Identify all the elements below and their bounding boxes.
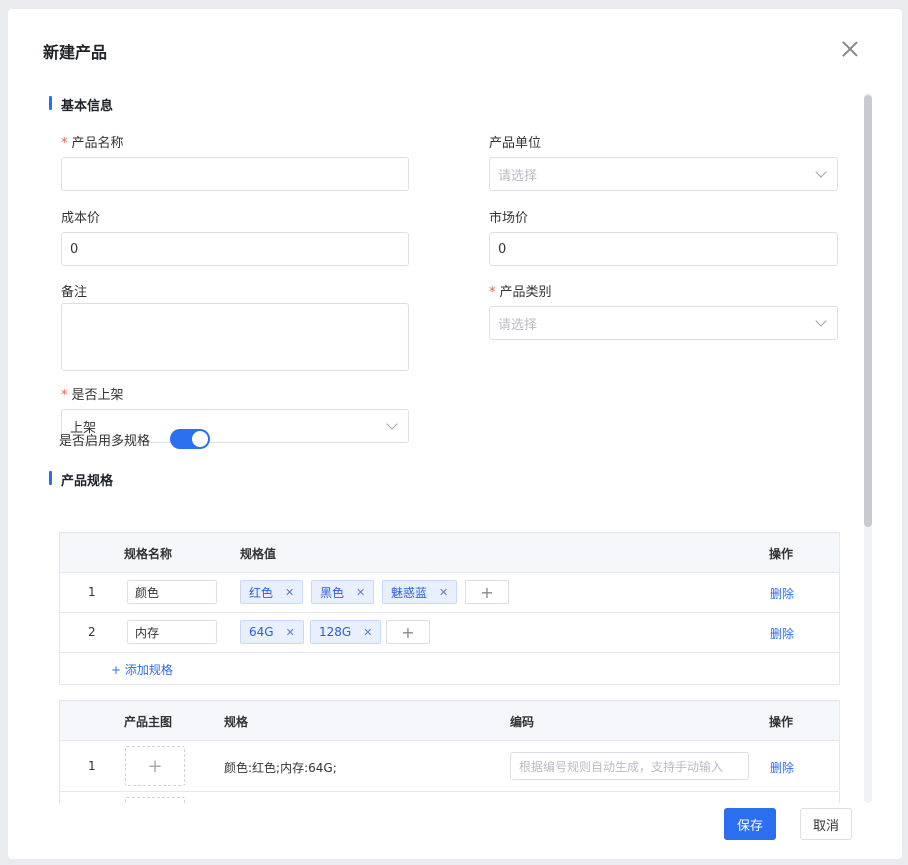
delete-sku-link[interactable]: 删除 (770, 759, 794, 776)
category-select[interactable]: 请选择 (489, 306, 838, 340)
product-unit-select[interactable]: 请选择 (489, 157, 838, 191)
row-divider (60, 652, 839, 653)
market-price-input[interactable]: 0 (489, 232, 838, 266)
on-shelf-label: * 是否上架 (61, 384, 124, 403)
spec-table: 规格名称 规格值 操作 1 颜色 红色 ✕ 黑色 ✕ 魅惑蓝 ✕ + 删除 2 内存 … (59, 532, 840, 685)
product-name-input[interactable] (61, 157, 409, 191)
spec-value-tag: 64G ✕ (240, 620, 304, 644)
close-icon[interactable]: ✕ (363, 626, 372, 639)
category-label: * 产品类别 (489, 281, 552, 300)
required-mark: * (61, 136, 68, 151)
add-spec-link[interactable]: + 添加规格 (111, 661, 173, 678)
row-index: 2 (88, 625, 96, 639)
chevron-down-icon (386, 418, 398, 430)
product-name-label-text: 产品名称 (71, 136, 124, 151)
dialog-footer: 保存 取消 (8, 803, 902, 859)
row-index: 1 (88, 759, 96, 773)
multi-spec-label: 是否启用多规格 (59, 434, 151, 449)
close-icon[interactable]: ✕ (439, 586, 448, 599)
product-unit-label: 产品单位 (489, 136, 542, 151)
close-icon[interactable] (839, 38, 861, 60)
spec-value-tag: 黑色 ✕ (311, 580, 375, 604)
chevron-down-icon (815, 166, 827, 178)
sku-table: 产品主图 规格 编码 操作 1 + 颜色:红色;内存:64G; 根据编号规则自动… (59, 700, 840, 827)
spec-value-tag: 128G ✕ (310, 620, 382, 644)
remark-label: 备注 (61, 285, 88, 300)
spec-table-header: 规格名称 规格值 操作 (60, 533, 839, 573)
on-shelf-label-text: 是否上架 (71, 388, 124, 403)
sku-code-input[interactable]: 根据编号规则自动生成，支持手动输入 (510, 752, 749, 780)
col-ops: 操作 (769, 715, 794, 729)
col-code: 编码 (510, 715, 535, 729)
section-product-spec: 产品规格 (49, 470, 113, 489)
dialog-title: 新建产品 (43, 43, 108, 62)
delete-spec-link[interactable]: 删除 (770, 585, 794, 602)
market-price-label: 市场价 (489, 211, 529, 226)
col-spec-values: 规格值 (240, 547, 277, 561)
delete-spec-link[interactable]: 删除 (770, 625, 794, 642)
cost-price-label: 成本价 (61, 211, 101, 226)
row-divider (60, 612, 839, 613)
tag-label: 魅惑蓝 (391, 585, 428, 600)
row-index: 1 (88, 585, 96, 599)
new-product-dialog: 新建产品 基本信息 * 产品名称 产品单位 请选择 成本价 0 市场价 0 备注 … (8, 9, 902, 859)
plus-icon: + (147, 755, 163, 777)
category-placeholder: 请选择 (498, 317, 538, 333)
cost-price-input[interactable]: 0 (61, 232, 409, 266)
image-upload[interactable]: + (125, 746, 185, 786)
category-label-text: 产品类别 (499, 285, 552, 300)
add-spec-value-button[interactable]: + (465, 580, 509, 604)
spec-name-input[interactable]: 内存 (127, 620, 217, 644)
close-icon[interactable]: ✕ (285, 586, 294, 599)
save-button[interactable]: 保存 (724, 808, 776, 840)
col-spec: 规格 (224, 715, 249, 729)
scrollbar-thumb[interactable] (864, 95, 872, 527)
sku-spec-text: 颜色:红色;内存:64G; (224, 761, 337, 775)
spec-value-tag: 红色 ✕ (240, 580, 304, 604)
tag-label: 64G (249, 625, 274, 639)
close-icon[interactable]: ✕ (356, 586, 365, 599)
chevron-down-icon (815, 315, 827, 327)
col-ops: 操作 (769, 547, 794, 561)
row-divider (60, 791, 839, 792)
section-basic-info: 基本信息 (49, 95, 113, 114)
add-spec-value-button[interactable]: + (386, 620, 430, 644)
spec-value-tag: 魅惑蓝 ✕ (382, 580, 458, 604)
required-mark: * (61, 388, 68, 403)
spec-name-input[interactable]: 颜色 (127, 580, 217, 604)
col-main-image: 产品主图 (124, 715, 173, 729)
sku-table-header: 产品主图 规格 编码 操作 (60, 701, 839, 741)
multi-spec-toggle[interactable] (170, 429, 210, 449)
tag-label: 红色 (249, 585, 274, 600)
close-icon[interactable]: ✕ (286, 626, 295, 639)
col-spec-name: 规格名称 (124, 547, 173, 561)
product-unit-placeholder: 请选择 (498, 168, 538, 184)
required-mark: * (489, 285, 496, 300)
tag-label: 128G (319, 625, 352, 639)
remark-textarea[interactable] (61, 303, 409, 371)
product-name-label: * 产品名称 (61, 132, 124, 151)
tag-label: 黑色 (320, 585, 345, 600)
cancel-button[interactable]: 取消 (800, 808, 852, 840)
